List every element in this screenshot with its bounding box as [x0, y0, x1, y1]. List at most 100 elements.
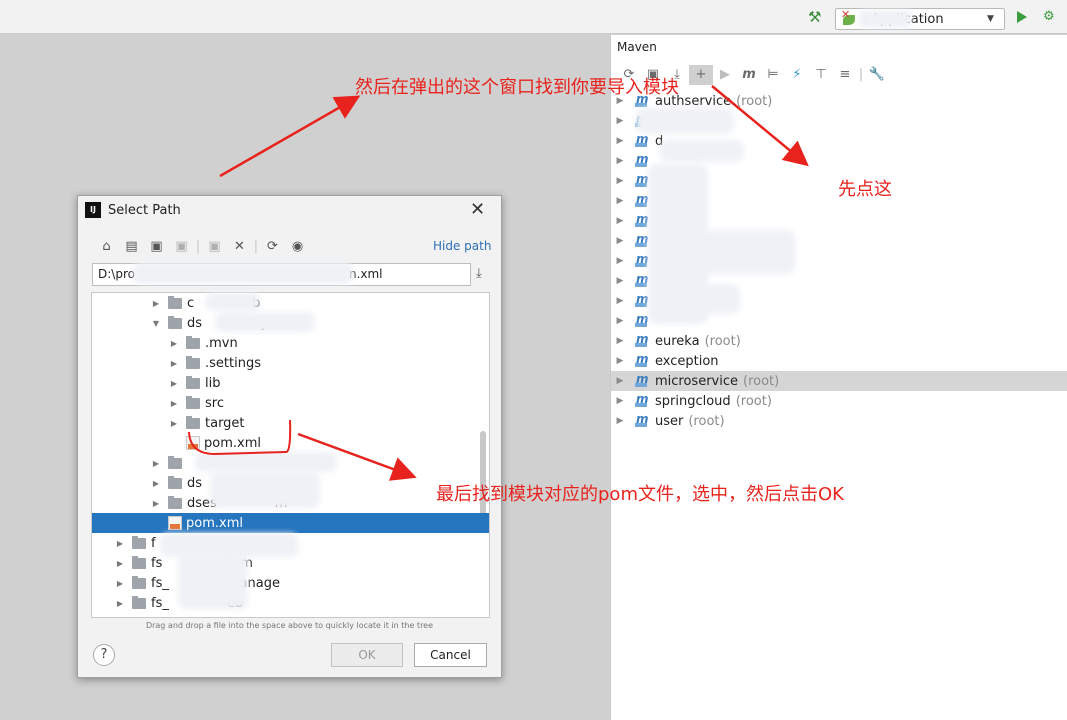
maven-project-root: (root) [743, 373, 780, 389]
new-folder-icon[interactable]: ▣ [202, 239, 227, 254]
file-tree-row[interactable]: pom.xml [92, 433, 489, 453]
help-button[interactable]: ? [93, 644, 115, 666]
maven-project-row[interactable]: ▶ exception [611, 351, 1067, 371]
delete-icon[interactable]: ✕ [227, 239, 252, 254]
chevron-right-icon[interactable]: ▶ [613, 156, 627, 166]
chevron-right-icon[interactable]: ▶ [168, 419, 180, 428]
maven-title: Maven [617, 40, 657, 54]
cancel-button[interactable]: Cancel [414, 643, 487, 667]
chevron-right-icon[interactable]: ▶ [168, 339, 180, 348]
file-tree-label: .mvn [205, 335, 238, 351]
show-hidden-icon[interactable]: ◉ [285, 239, 310, 254]
maven-module-icon [635, 372, 651, 389]
maven-module-icon [635, 352, 651, 369]
chevron-down-icon[interactable]: ▼ [150, 319, 162, 328]
file-tree-row[interactable]: ▶cb [92, 293, 489, 313]
chevron-right-icon[interactable]: ▶ [150, 479, 162, 488]
show-dependencies-icon[interactable]: ⊤ [809, 65, 833, 85]
chevron-right-icon[interactable]: ▶ [168, 399, 180, 408]
home-icon[interactable]: ⌂ [94, 239, 119, 254]
maven-project-root: (root) [735, 393, 772, 409]
file-tree-label: ds [187, 475, 203, 491]
file-tree-label: src [205, 395, 224, 411]
file-tree-row[interactable]: ▶ target [92, 413, 489, 433]
chevron-right-icon[interactable]: ▶ [613, 236, 627, 246]
chevron-right-icon[interactable]: ▶ [114, 559, 126, 568]
file-tree-row[interactable]: ▶fs_eb [92, 593, 489, 613]
maven-project-row[interactable]: ▶ eureka(root) [611, 331, 1067, 351]
maven-project-row[interactable]: ▶ user(root) [611, 411, 1067, 431]
redaction-mask [215, 312, 315, 332]
file-tree-row[interactable]: ▶ fs_ manage [92, 573, 489, 593]
maven-project-row[interactable]: ▶ microservice(root) [611, 371, 1067, 391]
close-icon[interactable]: ✕ [470, 199, 485, 220]
chevron-right-icon[interactable]: ▶ [613, 276, 627, 286]
hide-path-link[interactable]: Hide path [433, 239, 491, 253]
dialog-toolbar: ⌂ ▤ ▣ ▣ | ▣ ✕ | ⟳ ◉ [94, 236, 310, 256]
chevron-right-icon[interactable]: ▶ [613, 356, 627, 366]
hammer-icon[interactable]: ⚒ [808, 9, 824, 25]
play-icon[interactable] [1017, 11, 1027, 23]
chevron-right-icon[interactable]: ▶ [613, 396, 627, 406]
collapse-all-icon[interactable]: ≡ [833, 65, 857, 85]
chevron-right-icon[interactable]: ▶ [613, 296, 627, 306]
chevron-right-icon[interactable]: ▶ [168, 379, 180, 388]
file-tree-label: lib [205, 375, 221, 391]
chevron-right-icon[interactable]: ▶ [613, 256, 627, 266]
redaction-mask [178, 553, 248, 609]
chevron-right-icon[interactable]: ▶ [613, 216, 627, 226]
maven-project-name: user [655, 413, 684, 429]
chevron-right-icon[interactable]: ▶ [168, 359, 180, 368]
file-tree-label: target [205, 415, 245, 431]
maven-project-name: exception [655, 353, 719, 369]
wrench-icon[interactable]: 🔧 [865, 65, 889, 85]
maven-goal-icon[interactable]: m [737, 65, 761, 85]
xml-file-icon [186, 436, 200, 450]
maven-project-root: (root) [736, 93, 773, 109]
chevron-right-icon[interactable]: ▶ [613, 316, 627, 326]
chevron-right-icon[interactable]: ▶ [613, 336, 627, 346]
maven-project-name: springcloud [655, 393, 731, 409]
file-tree-row[interactable]: ▶ .settings [92, 353, 489, 373]
chevron-right-icon[interactable]: ▶ [613, 196, 627, 206]
chevron-right-icon[interactable]: ▶ [613, 416, 627, 426]
module-folder-icon[interactable]: ▣ [169, 239, 194, 254]
dialog-titlebar: IJ Select Path ✕ [78, 196, 501, 224]
chevron-right-icon[interactable]: ▶ [613, 136, 627, 146]
file-tree-row[interactable]: ▶ .mvn [92, 333, 489, 353]
refresh-icon[interactable]: ⟳ [260, 239, 285, 254]
toolbar-separator: | [195, 238, 201, 254]
bug-icon[interactable]: ⚙ [1043, 10, 1057, 24]
lightning-icon[interactable]: ⚡ [785, 65, 809, 85]
chevron-right-icon[interactable]: ▶ [613, 176, 627, 186]
chevron-right-icon[interactable]: ▶ [114, 599, 126, 608]
folder-icon [186, 355, 200, 369]
maven-module-icon [635, 392, 651, 409]
file-tree-row[interactable]: pom.xml [92, 513, 489, 533]
file-tree-row[interactable]: ▶ src [92, 393, 489, 413]
redaction-mask [660, 140, 744, 162]
toggle-offline-icon[interactable]: ⊨ [761, 65, 785, 85]
file-tree-label: fs_ [151, 575, 169, 591]
add-icon[interactable]: + [689, 65, 713, 85]
chevron-right-icon[interactable]: ▶ [114, 539, 126, 548]
desktop-icon[interactable]: ▤ [119, 239, 144, 254]
chevron-right-icon[interactable]: ▶ [613, 116, 627, 126]
ok-button[interactable]: OK [331, 643, 403, 667]
maven-module-icon [635, 332, 651, 349]
path-suffix: n.xml [348, 267, 383, 281]
folder-icon [132, 575, 146, 589]
file-tree-row[interactable]: ▶ lib [92, 373, 489, 393]
chevron-right-icon[interactable]: ▶ [150, 459, 162, 468]
project-folder-icon[interactable]: ▣ [144, 239, 169, 254]
maven-project-row[interactable]: ▶ springcloud(root) [611, 391, 1067, 411]
chevron-right-icon[interactable]: ▶ [114, 579, 126, 588]
chevron-right-icon[interactable]: ▶ [613, 376, 627, 386]
chevron-right-icon[interactable]: ▶ [150, 499, 162, 508]
download-icon[interactable]: ⤓ [476, 266, 482, 281]
play-icon[interactable]: ▶ [713, 65, 737, 85]
chevron-right-icon[interactable]: ▶ [150, 299, 162, 308]
folder-icon [132, 535, 146, 549]
folder-icon [168, 475, 182, 489]
toolbar-separator: | [253, 238, 259, 254]
